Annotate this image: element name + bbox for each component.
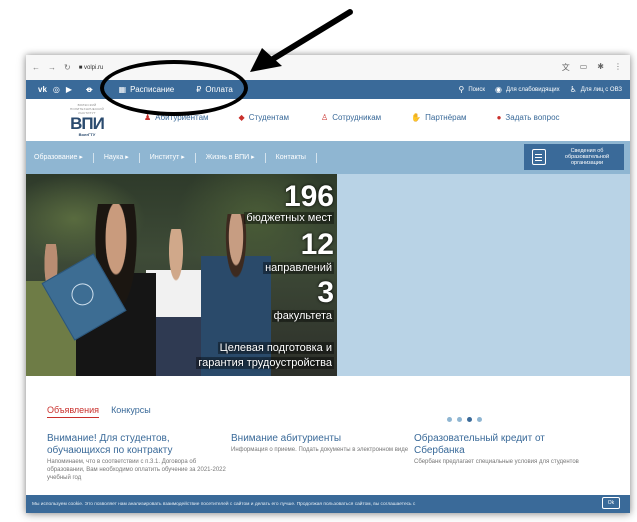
nav-life[interactable]: Жизнь в ВПИ ▸ (196, 152, 266, 163)
ask-question-link[interactable]: ● Задать вопрос (497, 113, 560, 122)
news-item[interactable]: Внимание! Для студентов, обучающихся по … (47, 433, 227, 482)
instagram-icon[interactable]: ◎ (53, 85, 60, 94)
person-icon: ♙ (321, 113, 329, 122)
news-item[interactable]: Образовательный кредит от Сбербанка Сбер… (414, 433, 594, 466)
vk-icon[interactable]: vk (38, 85, 47, 94)
slider-dots (447, 417, 482, 422)
news-title[interactable]: Внимание! Для студентов, обучающихся по … (47, 433, 227, 457)
site-logo[interactable]: ВОЛЖСКИЙ ПОЛИТЕХНИЧЕСКИЙ ИНСТИТУТ ВПИ Во… (64, 103, 110, 137)
nav-contacts[interactable]: Контакты (266, 152, 317, 163)
back-icon[interactable]: ← (32, 63, 40, 72)
main-navigation: Образование ▸ Наука ▸ Институт ▸ Жизнь в… (26, 141, 630, 174)
extensions-icon[interactable]: ✱ (597, 62, 604, 73)
mortarboard-icon: ◆ (238, 113, 245, 122)
reload-icon[interactable]: ↻ (64, 63, 71, 72)
search-icon: ⚲ (458, 85, 465, 94)
annotation-ellipse (100, 60, 248, 116)
stat-label: бюджетных мест (244, 212, 334, 224)
news-item[interactable]: Внимание абитуриенты Информация о приеме… (231, 433, 411, 454)
wheelchair-icon: ♿ (569, 85, 577, 94)
org-info-button[interactable]: Сведения об образовательной организации (524, 144, 624, 170)
stat-label: направлений (263, 262, 334, 274)
promo-text: Целевая подготовка и (217, 342, 334, 354)
hero-slider: 196 бюджетных мест 12 направлений 3 факу… (26, 174, 630, 376)
cookie-text: Мы используем cookie. Это позволяет нам … (32, 501, 416, 507)
menu-icon[interactable]: ⋮ (614, 62, 622, 73)
low-vision-link[interactable]: ◉ Для слабовидящих (495, 85, 560, 94)
stat-number: 3 (317, 276, 334, 309)
slider-dot-active[interactable] (467, 417, 472, 422)
social-links: vk ◎ ▶ ꝋ (38, 85, 93, 94)
ovz-link[interactable]: ♿ Для лиц с ОВЗ (570, 85, 622, 94)
tab-competitions[interactable]: Конкурсы (111, 405, 151, 418)
audience-links: ♟ Абитуриентам ◆ Студентам ♙ Сотрудникам… (144, 113, 560, 122)
slider-dot[interactable] (447, 417, 452, 422)
eye-icon: ◉ (494, 85, 502, 94)
audience-partners[interactable]: ✋ Партнёрам (411, 113, 466, 122)
forward-icon[interactable]: → (48, 63, 56, 72)
stat-label: факультета (271, 310, 334, 322)
chat-icon: ● (496, 113, 502, 122)
tabs-icon[interactable]: ▭ (580, 62, 588, 73)
translate-icon[interactable]: 文 (562, 62, 570, 73)
audience-staff[interactable]: ♙ Сотрудникам (321, 113, 381, 122)
youtube-icon[interactable]: ▶ (66, 85, 72, 94)
news-title[interactable]: Образовательный кредит от Сбербанка (414, 433, 594, 457)
news-desc: Информация о приеме. Подать документы в … (231, 447, 409, 453)
news-desc: Напоминаем, что в соответствии с п.3.1. … (47, 459, 226, 481)
news-desc: Сбербанк предлагает специальные условия … (414, 459, 579, 465)
document-icon (532, 149, 546, 165)
news-title[interactable]: Внимание абитуриенты (231, 433, 411, 445)
stat-number: 12 (300, 228, 334, 261)
odnoklassniki-icon[interactable]: ꝋ (86, 85, 93, 94)
handshake-icon: ✋ (411, 113, 422, 122)
address-bar[interactable]: ■ volpi.ru (79, 65, 104, 71)
search-link[interactable]: ⚲ Поиск (458, 85, 485, 94)
slide-photo: 196 бюджетных мест 12 направлений 3 факу… (26, 174, 337, 376)
tab-announcements[interactable]: Объявления (47, 405, 100, 418)
news-tabs: Объявления Конкурсы (47, 405, 151, 418)
slider-dot[interactable] (457, 417, 462, 422)
page-screenshot: ← → ↻ ■ volpi.ru 文 ▭ ✱ ⋮ vk ◎ ▶ ꝋ ▦ Расп… (26, 55, 630, 513)
promo-text: гарантия трудоустройства (196, 357, 334, 369)
cookie-ok-button[interactable]: Ok (602, 497, 620, 509)
audience-students[interactable]: ◆ Студентам (239, 113, 289, 122)
stat-number: 196 (283, 180, 334, 213)
nav-education[interactable]: Образование ▸ (26, 152, 94, 163)
nav-science[interactable]: Наука ▸ (94, 152, 140, 163)
slider-dot[interactable] (477, 417, 482, 422)
cookie-banner: Мы используем cookie. Это позволяет нам … (26, 495, 630, 513)
nav-institute[interactable]: Институт ▸ (140, 152, 196, 163)
